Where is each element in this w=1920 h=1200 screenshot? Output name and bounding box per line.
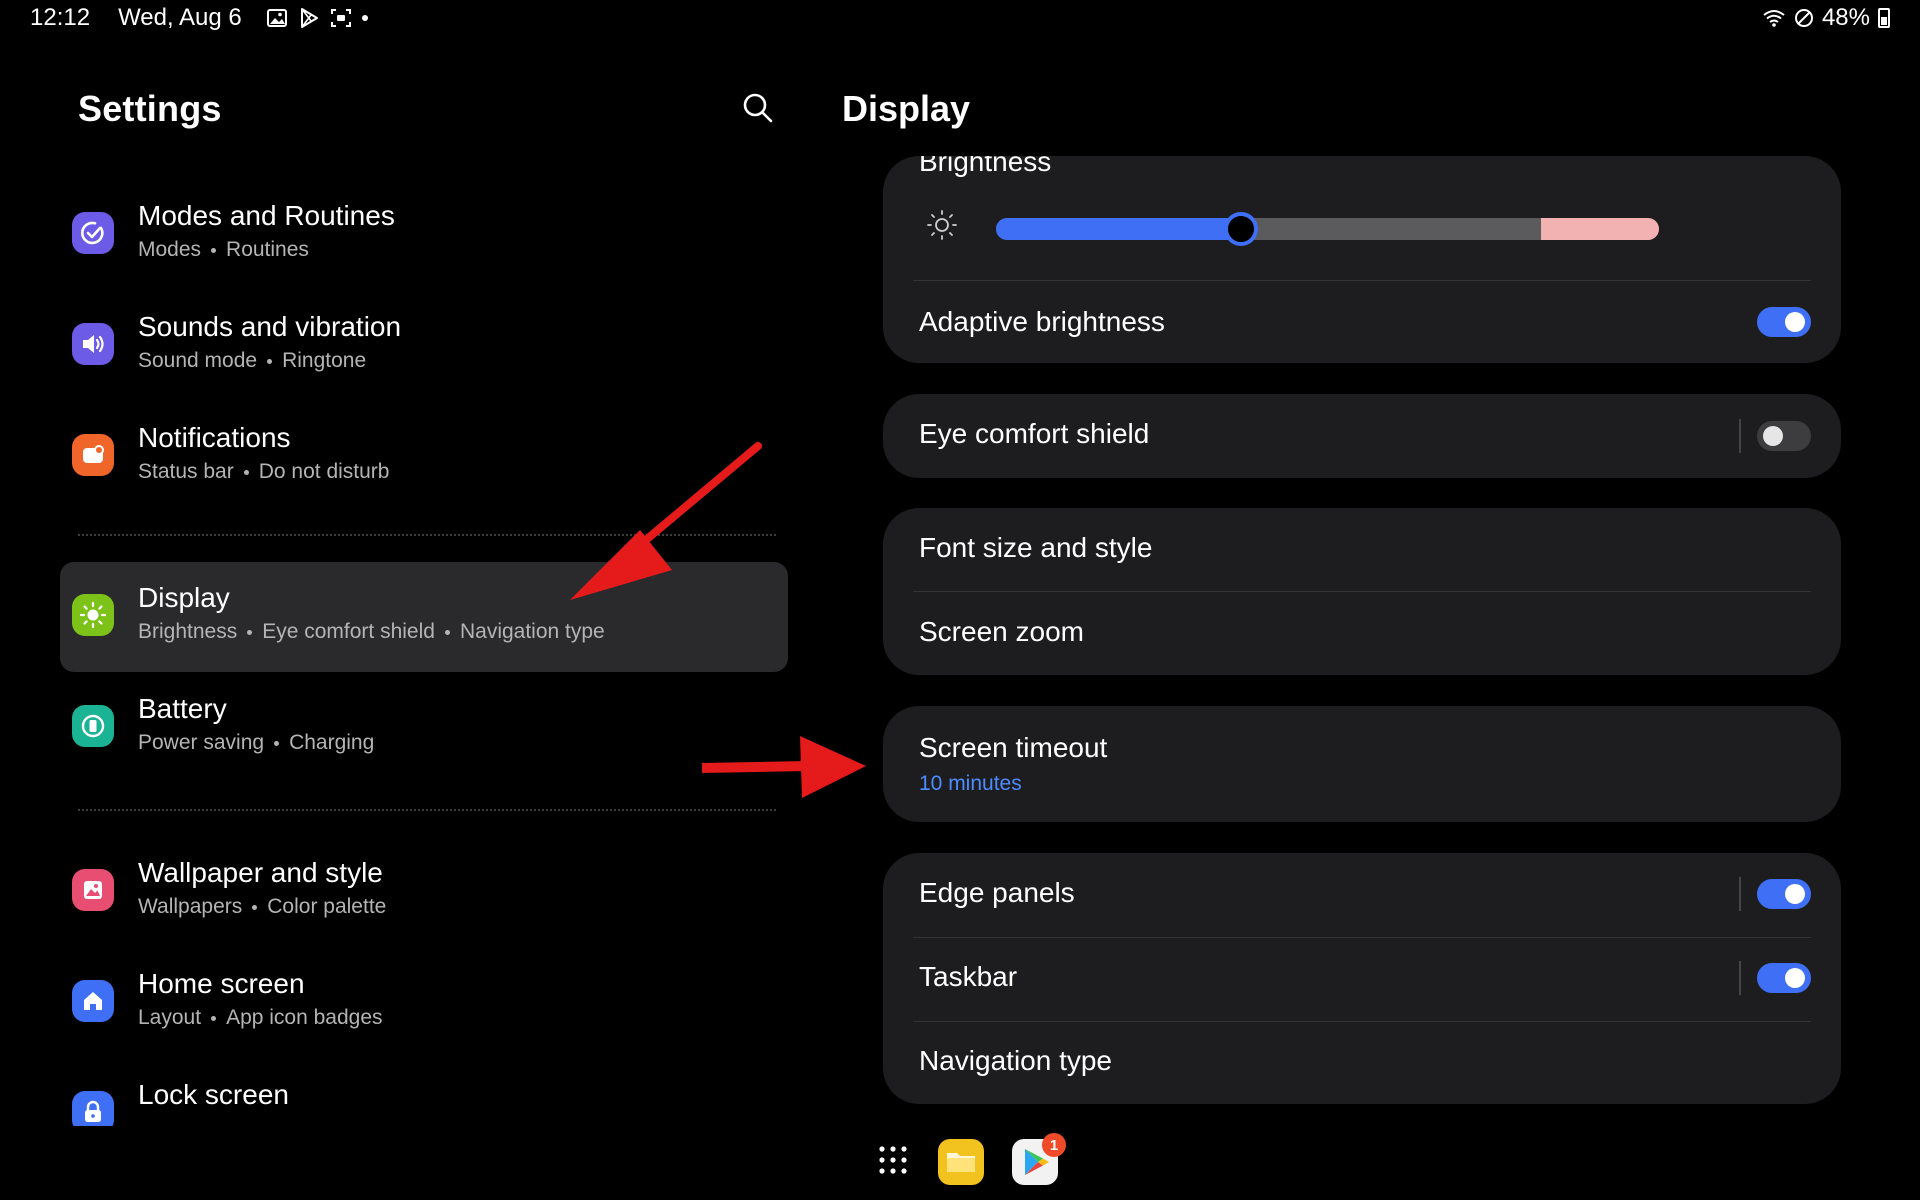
battery-percent: 48%: [1821, 4, 1870, 31]
modes-icon: [72, 212, 114, 254]
play-store-icon: [300, 8, 318, 28]
home-icon: [72, 980, 114, 1022]
item-title: Display: [138, 582, 230, 613]
taskbar-toggle[interactable]: [1757, 963, 1811, 993]
annotation-arrow-screen-timeout: [701, 736, 866, 798]
more-notifications-dot: [361, 15, 368, 21]
speaker-icon: [72, 323, 114, 365]
item-title: Home screen: [138, 968, 305, 999]
eye-comfort-card[interactable]: Eye comfort shield: [883, 394, 1841, 478]
screen-timeout-row[interactable]: Screen timeout 10 minutes: [919, 732, 1811, 796]
edge-taskbar-card: Edge panels Taskbar Navigation type: [883, 853, 1841, 1104]
eye-comfort-toggle[interactable]: [1757, 421, 1811, 451]
screen-zoom-row[interactable]: Screen zoom: [919, 616, 1811, 648]
search-button[interactable]: [740, 90, 776, 126]
item-title: Modes and Routines: [138, 200, 395, 231]
battery-icon: [1878, 8, 1890, 28]
wifi-icon: [1763, 10, 1785, 27]
brightness-slider-fill: [996, 218, 1242, 240]
item-title: Battery: [138, 693, 227, 724]
eye-comfort-row[interactable]: Eye comfort shield: [919, 418, 1811, 450]
wallpaper-icon: [72, 869, 114, 911]
notification-badge: 1: [1042, 1133, 1066, 1157]
item-title: Lock screen: [138, 1079, 289, 1110]
battery-care-icon: [72, 705, 114, 747]
edge-panels-row[interactable]: Edge panels: [919, 877, 1811, 909]
item-subtitle: Wallpapers Color palette: [138, 895, 387, 918]
notification-icon: [72, 434, 114, 476]
edge-panels-toggle[interactable]: [1757, 879, 1811, 909]
settings-item-sounds[interactable]: Sounds and vibration Sound mode Ringtone: [60, 291, 788, 401]
settings-item-battery[interactable]: Battery Power saving Charging: [60, 673, 788, 783]
taskbar-row[interactable]: Taskbar: [919, 961, 1811, 993]
gallery-icon: [266, 9, 287, 27]
font-size-label: Font size and style: [919, 532, 1153, 563]
detail-title: Display: [842, 88, 971, 129]
brightness-extra-range: [1541, 218, 1659, 240]
row-divider: [913, 937, 1811, 938]
screen-timeout-label: Screen timeout: [919, 732, 1108, 763]
brightness-label-row: Brightness: [919, 156, 1811, 178]
status-time: 12:12: [30, 4, 91, 31]
row-vertical-divider: [1739, 419, 1741, 453]
item-title: Sounds and vibration: [138, 311, 402, 342]
annotation-arrow-display: [570, 442, 762, 600]
brightness-slider[interactable]: [996, 218, 1659, 240]
brightness-label: Brightness: [919, 156, 1052, 177]
adaptive-brightness-toggle[interactable]: [1757, 307, 1811, 337]
font-zoom-card: Font size and style Screen zoom: [883, 508, 1841, 675]
brightness-sun-icon: [927, 210, 957, 240]
row-divider: [913, 591, 1811, 592]
adaptive-brightness-label: Adaptive brightness: [919, 306, 1165, 337]
my-files-app-icon[interactable]: [938, 1139, 984, 1185]
adaptive-brightness-row[interactable]: Adaptive brightness: [919, 306, 1811, 338]
item-subtitle: Brightness Eye comfort shield Navigation t…: [138, 620, 605, 643]
taskbar-label: Taskbar: [919, 961, 1018, 992]
bottom-taskbar: 1: [0, 1133, 1920, 1191]
screen-zoom-label: Screen zoom: [919, 616, 1084, 647]
brightness-slider-thumb[interactable]: [1224, 212, 1259, 246]
screenshot-icon: [330, 9, 351, 27]
screen-timeout-card[interactable]: Screen timeout 10 minutes: [883, 706, 1841, 822]
item-subtitle: Sound mode Ringtone: [138, 349, 367, 372]
lock-icon: [72, 1091, 114, 1126]
page-title: Settings: [78, 88, 222, 129]
item-subtitle: Power saving Charging: [138, 731, 375, 754]
item-subtitle: Status bar Do not disturb: [138, 460, 390, 483]
edge-panels-label: Edge panels: [919, 877, 1075, 908]
eye-comfort-label: Eye comfort shield: [919, 418, 1150, 449]
settings-item-lock-screen[interactable]: Lock screen: [60, 1059, 788, 1126]
section-divider: [78, 809, 776, 811]
item-title: Wallpaper and style: [138, 857, 383, 888]
item-title: Notifications: [138, 422, 291, 453]
item-subtitle: Modes Routines: [138, 238, 309, 261]
navigation-type-row[interactable]: Navigation type: [919, 1045, 1811, 1077]
settings-item-modes-routines[interactable]: Modes and Routines Modes Routines: [60, 180, 788, 290]
search-icon: [743, 93, 773, 123]
row-vertical-divider: [1739, 877, 1741, 911]
navigation-type-label: Navigation type: [919, 1045, 1113, 1076]
settings-item-wallpaper[interactable]: Wallpaper and style Wallpapers Color pale…: [60, 837, 788, 947]
apps-grid-icon[interactable]: [876, 1143, 910, 1177]
font-size-row[interactable]: Font size and style: [919, 532, 1811, 564]
settings-item-home-screen[interactable]: Home screen Layout App icon badges: [60, 948, 788, 1058]
status-date: Wed, Aug 6: [118, 4, 242, 31]
row-vertical-divider: [1739, 961, 1741, 995]
row-divider: [913, 280, 1811, 281]
status-bar: 12:12 Wed, Aug 6 48%: [0, 0, 1920, 38]
sun-icon: [72, 594, 114, 636]
screen-timeout-value: 10 minutes: [919, 772, 1022, 795]
item-subtitle: Layout App icon badges: [138, 1006, 383, 1029]
row-divider: [913, 1021, 1811, 1022]
dnd-icon: [1794, 9, 1813, 27]
brightness-card: Brightness Adaptive brightness: [883, 156, 1841, 363]
